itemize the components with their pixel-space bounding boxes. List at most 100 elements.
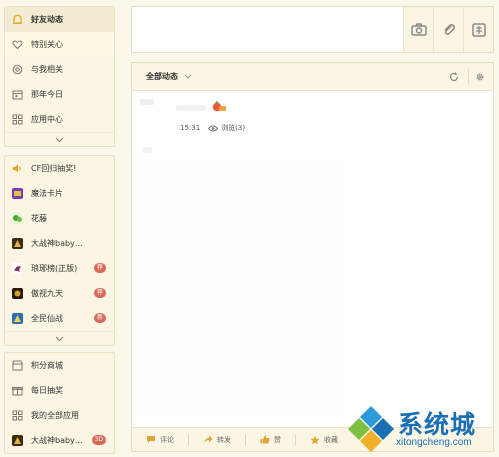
sidebar-item-on-this-day[interactable]: 那年今日 xyxy=(5,82,114,107)
action-divider xyxy=(245,433,246,446)
blurred-text xyxy=(142,147,152,153)
view-count[interactable]: 浏览(3) xyxy=(221,123,245,133)
magic-card-game-icon xyxy=(12,188,23,199)
feed-header: 全部动态 xyxy=(132,63,493,91)
sidebar-item-label: 魔法卡片 xyxy=(31,189,63,198)
more-tools-button[interactable] xyxy=(463,7,493,52)
sidebar-primary-panel: 好友动态 特别关心 与我相关 那年今日 应用中心 xyxy=(4,6,115,147)
blurred-username[interactable] xyxy=(176,105,206,111)
watermark-logo-icon xyxy=(348,406,394,452)
sidebar-item-label: 大战神baby… xyxy=(31,239,83,248)
attach-link-button[interactable] xyxy=(433,7,463,52)
action-divider xyxy=(188,433,189,446)
sidebar-item-xianzhan[interactable]: 全民仙战 新 xyxy=(5,306,114,331)
sidebar-item-daily-lottery[interactable]: 每日抽奖 xyxy=(5,378,114,403)
sidebar-item-mentions[interactable]: 与我相关 xyxy=(5,57,114,82)
god-war-game-icon xyxy=(12,238,23,249)
comment-icon xyxy=(147,436,155,444)
vip-badge-icon xyxy=(212,101,226,114)
like-button[interactable]: 赞 xyxy=(260,435,281,445)
watermark-text: 系统城 xyxy=(398,410,477,439)
feed-panel: 全部动态 15:31 浏览(3) 评论 转发 赞 收藏 xyxy=(131,62,494,452)
sidebar-item-aoshi[interactable]: 傲视九天 荐 xyxy=(5,281,114,306)
sidebar-item-points-mall[interactable]: 积分商城 xyxy=(5,353,114,378)
3d-badge: 3D xyxy=(91,435,106,445)
feed-filter-label[interactable]: 全部动态 xyxy=(146,71,178,82)
watermark-url: xitongcheng.com xyxy=(396,437,472,448)
post-meta: 15:31 浏览(3) xyxy=(180,123,245,133)
sidebar-item-langya[interactable]: 琅琊榜(正版) 荐 xyxy=(5,256,114,281)
comment-label: 评论 xyxy=(160,435,174,444)
sidebar-item-god-war-recent[interactable]: 大战神baby… 3D xyxy=(5,428,114,453)
apps-grid-icon xyxy=(12,114,23,125)
sidebar-item-label: 花藤 xyxy=(31,214,47,223)
recommend-badge: 荐 xyxy=(93,288,106,298)
sidebar-item-label: 全民仙战 xyxy=(31,314,63,323)
sidebar-item-special-care[interactable]: 特别关心 xyxy=(5,32,114,57)
header-divider xyxy=(468,69,469,85)
watermark: 系统城 xitongcheng.com xyxy=(344,402,499,457)
sidebar-item-label: 积分商城 xyxy=(31,361,63,370)
sidebar-item-label: 琅琊榜(正版) xyxy=(31,264,78,273)
gift-icon xyxy=(12,385,23,396)
camera-icon xyxy=(410,23,427,36)
feed-settings-button[interactable] xyxy=(475,72,485,84)
sidebar-item-label: 与我相关 xyxy=(31,65,63,74)
sidebar-item-all-apps[interactable]: 我的全部应用 xyxy=(5,403,114,428)
sidebar-item-label: 傲视九天 xyxy=(31,289,63,298)
shop-icon xyxy=(12,360,23,371)
sidebar-item-label: CF回归抽奖! xyxy=(31,164,77,173)
gear-icon xyxy=(476,73,484,81)
refresh-icon xyxy=(449,72,459,82)
speaker-icon xyxy=(12,163,23,174)
comment-button[interactable]: 评论 xyxy=(146,435,174,445)
favorite-label: 收藏 xyxy=(324,435,338,444)
post-content-image[interactable] xyxy=(134,159,339,417)
compose-box xyxy=(131,6,494,53)
sidebar-item-label: 特别关心 xyxy=(31,40,63,49)
sidebar-item-cf-lottery[interactable]: CF回归抽奖! xyxy=(5,156,114,181)
sidebar-item-label: 好友动态 xyxy=(31,15,63,24)
sidebar-item-label: 我的全部应用 xyxy=(31,411,79,420)
feed-filter-dropdown[interactable] xyxy=(184,72,192,81)
sidebar-item-friend-feed[interactable]: 好友动态 xyxy=(5,7,114,32)
paperclip-icon xyxy=(443,23,455,35)
post-time[interactable]: 15:31 xyxy=(180,124,200,132)
sidebar-item-app-center[interactable]: 应用中心 xyxy=(5,107,114,132)
qzone-bell-icon xyxy=(12,14,23,25)
sidebar-item-flower-vine[interactable]: 花藤 xyxy=(5,206,114,231)
xianzhan-game-icon xyxy=(12,313,23,324)
chevron-down-icon xyxy=(55,137,64,142)
upload-photo-button[interactable] xyxy=(403,7,433,52)
chevron-down-icon xyxy=(55,336,64,341)
like-icon xyxy=(260,435,270,444)
calendar-icon xyxy=(12,89,23,100)
sidebar-item-label: 那年今日 xyxy=(31,90,63,99)
heart-icon xyxy=(12,39,23,50)
sidebar-item-label: 大战神baby… xyxy=(31,436,83,445)
chevron-down-icon xyxy=(184,74,192,79)
like-label: 赞 xyxy=(274,435,281,444)
sidebar-item-magic-card[interactable]: 魔法卡片 xyxy=(5,181,114,206)
star-icon xyxy=(310,435,320,444)
new-badge: 新 xyxy=(93,313,106,323)
compose-input[interactable] xyxy=(132,7,403,52)
refresh-button[interactable] xyxy=(449,72,459,84)
langya-game-icon xyxy=(12,263,23,274)
share-button[interactable]: 转发 xyxy=(203,435,231,445)
at-icon xyxy=(12,64,23,75)
action-divider xyxy=(295,433,296,446)
sidebar-item-god-war[interactable]: 大战神baby… xyxy=(5,231,114,256)
tool-grid-icon xyxy=(471,22,486,37)
share-label: 转发 xyxy=(217,435,231,444)
expand-apps-button[interactable] xyxy=(5,331,114,345)
sidebar-item-label: 应用中心 xyxy=(31,115,63,124)
sidebar-extras-panel: 积分商城 每日抽奖 我的全部应用 大战神baby… 3D xyxy=(4,352,115,454)
share-icon xyxy=(204,435,213,443)
god-war-game-icon xyxy=(12,435,23,446)
favorite-button[interactable]: 收藏 xyxy=(310,435,338,445)
sidebar-apps-panel: CF回归抽奖! 魔法卡片 花藤 大战神baby… 琅琊榜(正版) 荐 傲视九天 … xyxy=(4,155,115,346)
expand-primary-button[interactable] xyxy=(5,132,114,146)
apps-grid-icon xyxy=(12,410,23,421)
flower-vine-game-icon xyxy=(12,213,23,224)
